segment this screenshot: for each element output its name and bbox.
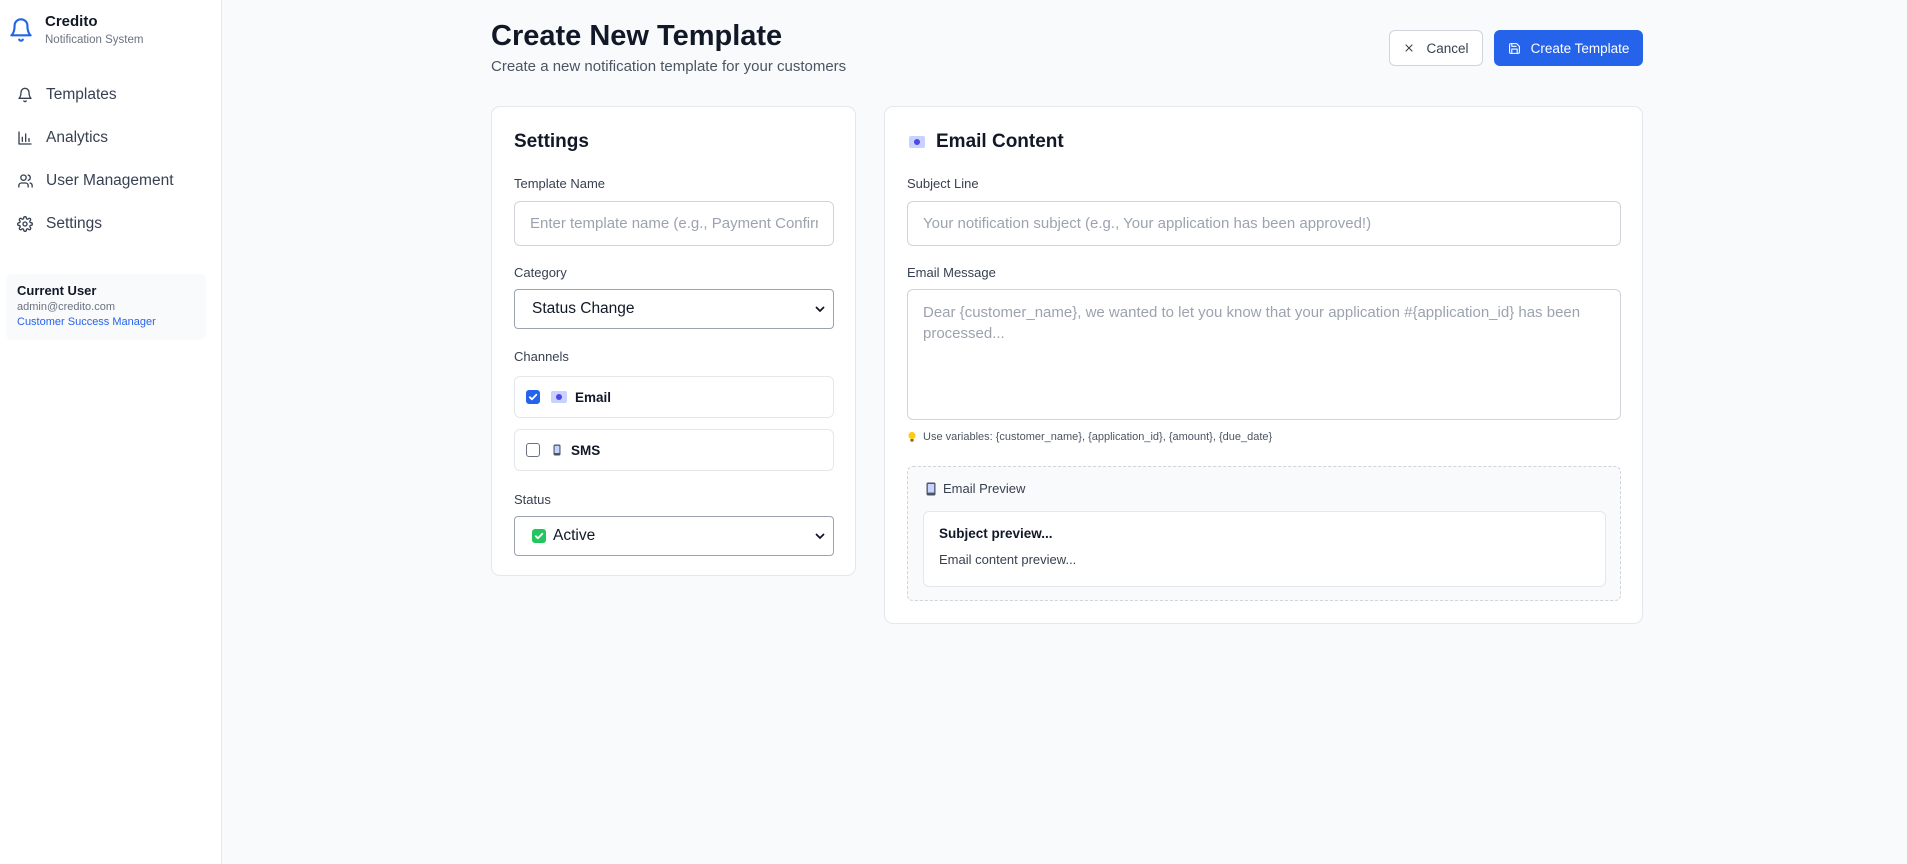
gear-icon xyxy=(16,215,34,233)
check-mark-icon xyxy=(532,529,546,543)
sidebar-item-analytics[interactable]: Analytics xyxy=(0,116,222,159)
users-icon xyxy=(16,172,34,190)
sidebar-item-label: Analytics xyxy=(46,128,109,146)
email-preview-heading: Email Preview xyxy=(926,481,1025,496)
category-label: Category xyxy=(514,265,567,280)
page-title: Create New Template xyxy=(491,20,783,52)
sidebar: Credito Notification System Templates An… xyxy=(0,0,222,864)
email-message-textarea[interactable] xyxy=(907,289,1621,420)
status-select[interactable]: Active xyxy=(514,516,834,556)
bell-icon xyxy=(16,86,34,104)
settings-card: Settings Template Name Category Status C… xyxy=(491,106,856,576)
sms-channel-checkbox[interactable] xyxy=(526,443,540,457)
sidebar-nav: Templates Analytics User Management Sett… xyxy=(0,73,222,245)
category-select-value: Status Change xyxy=(532,300,635,317)
email-channel-checkbox[interactable] xyxy=(526,390,540,404)
email-content-card: Email Content Subject Line Email Message… xyxy=(884,106,1643,624)
channel-option-email[interactable]: Email xyxy=(514,376,834,418)
save-icon xyxy=(1508,41,1522,55)
sidebar-item-label: Templates xyxy=(46,85,117,103)
current-user-email: admin@credito.com xyxy=(17,301,115,313)
variables-hint-text: Use variables: {customer_name}, {applica… xyxy=(923,431,1273,443)
channels-label: Channels xyxy=(514,349,569,364)
channel-label: Email xyxy=(575,389,612,405)
template-name-label: Template Name xyxy=(514,176,606,191)
create-template-button-label: Create Template xyxy=(1530,40,1630,56)
preview-content: Email content preview... xyxy=(939,552,1077,567)
current-user-title: Current User xyxy=(17,283,97,298)
status-label: Status xyxy=(514,492,551,507)
preview-subject: Subject preview... xyxy=(939,526,1053,541)
email-preview-body: Subject preview... Email content preview… xyxy=(923,511,1606,587)
sidebar-item-user-management[interactable]: User Management xyxy=(0,159,222,202)
email-message-label: Email Message xyxy=(907,265,996,280)
phone-icon xyxy=(926,482,936,495)
lightbulb-icon xyxy=(908,431,916,442)
phone-icon xyxy=(553,444,561,456)
page-subtitle: Create a new notification template for y… xyxy=(491,58,847,75)
close-icon xyxy=(1403,41,1417,55)
current-user-role: Customer Success Manager xyxy=(17,316,156,328)
bar-chart-icon xyxy=(16,129,34,147)
create-template-button[interactable]: Create Template xyxy=(1494,30,1643,66)
current-user-card: Current User admin@credito.com Customer … xyxy=(6,274,206,340)
sidebar-item-templates[interactable]: Templates xyxy=(0,73,222,116)
category-select[interactable]: Status Change xyxy=(514,289,834,329)
chevron-down-icon xyxy=(815,306,825,312)
channel-label: SMS xyxy=(571,442,601,458)
email-content-title: Email Content xyxy=(936,131,1064,152)
status-select-value: Active xyxy=(553,527,596,544)
app-name: Credito xyxy=(45,13,98,30)
chevron-down-icon xyxy=(815,533,825,539)
sidebar-item-label: User Management xyxy=(46,171,174,189)
channel-option-sms[interactable]: SMS xyxy=(514,429,834,471)
email-icon xyxy=(551,391,567,403)
email-preview-title: Email Preview xyxy=(943,481,1026,496)
sidebar-item-label: Settings xyxy=(46,214,103,232)
template-name-input[interactable] xyxy=(514,201,834,246)
bell-logo-icon xyxy=(10,18,32,42)
email-content-heading: Email Content xyxy=(909,130,1064,154)
subject-line-input[interactable] xyxy=(907,201,1621,246)
cancel-button-label: Cancel xyxy=(1426,40,1469,56)
email-icon xyxy=(909,136,925,148)
cancel-button[interactable]: Cancel xyxy=(1389,30,1483,66)
email-preview-panel: Email Preview Subject preview... Email c… xyxy=(907,466,1621,601)
variables-hint: Use variables: {customer_name}, {applica… xyxy=(907,431,1272,443)
brand: Credito Notification System xyxy=(8,13,143,48)
app-subtitle: Notification System xyxy=(45,34,144,46)
subject-line-label: Subject Line xyxy=(907,176,979,191)
sidebar-item-settings[interactable]: Settings xyxy=(0,202,222,245)
settings-title: Settings xyxy=(514,131,589,152)
